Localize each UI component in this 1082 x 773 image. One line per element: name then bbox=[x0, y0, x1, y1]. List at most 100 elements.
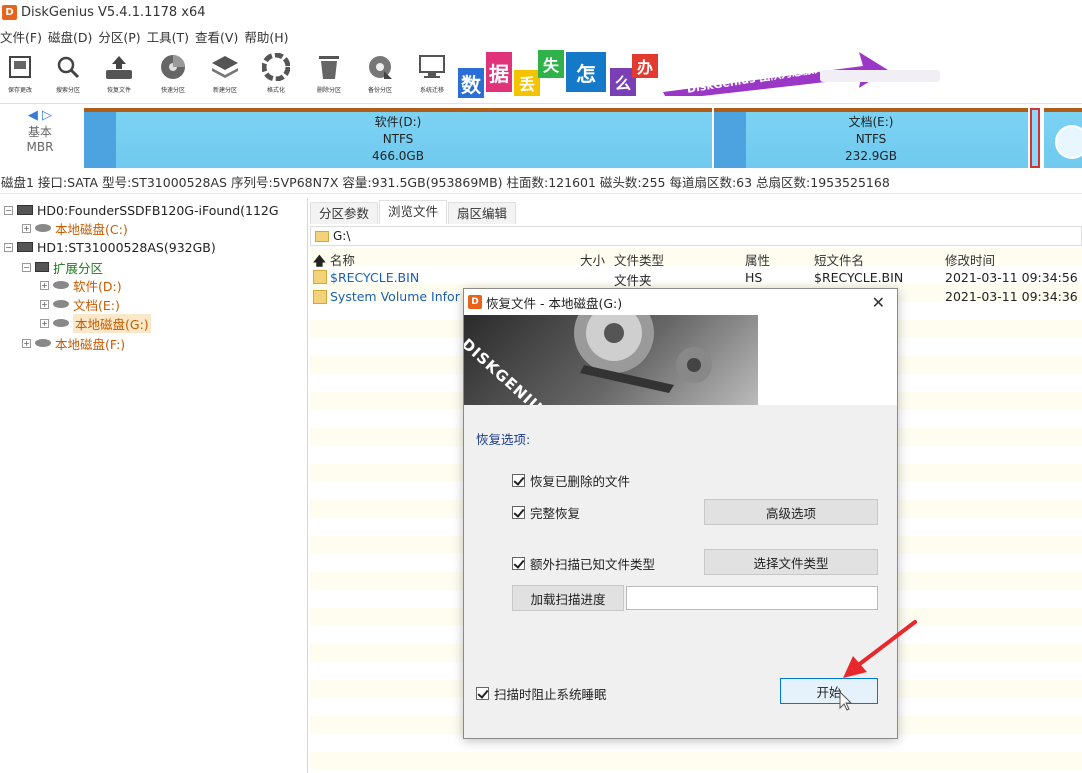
menu-view[interactable]: 查看(V) bbox=[195, 27, 238, 46]
disk-scheme: MBR bbox=[26, 140, 54, 154]
checkbox-checked-icon[interactable] bbox=[512, 506, 525, 519]
dialog-banner: DISKGENIUS bbox=[464, 315, 897, 405]
col-modified[interactable]: 修改时间 bbox=[945, 250, 995, 269]
file-type: 文件夹 bbox=[614, 273, 652, 288]
tab-browse-files[interactable]: 浏览文件 bbox=[379, 200, 448, 224]
partition-name: 文档(E:) bbox=[848, 115, 894, 129]
file-name[interactable]: $RECYCLE.BIN bbox=[330, 270, 419, 285]
tree-node-g[interactable]: + 本地磁盘(G:) bbox=[40, 313, 151, 333]
file-name[interactable]: System Volume Infor bbox=[330, 289, 460, 304]
hard-drive-image: DISKGENIUS bbox=[464, 315, 758, 405]
col-size[interactable]: 大小 bbox=[580, 250, 605, 269]
file-attr: HS bbox=[745, 270, 763, 285]
select-file-types-button[interactable]: 选择文件类型 bbox=[704, 549, 878, 575]
advanced-options-button[interactable]: 高级选项 bbox=[704, 499, 878, 525]
opt-prevent-sleep[interactable]: 扫描时阻止系统睡眠 bbox=[476, 684, 607, 703]
opt-recover-deleted[interactable]: 恢复已删除的文件 bbox=[512, 471, 630, 490]
up-arrow-icon[interactable]: 🡅 bbox=[313, 253, 326, 268]
expand-icon[interactable]: + bbox=[22, 223, 31, 233]
tree-node-hd1[interactable]: − HD1:ST31000528AS(932GB) bbox=[4, 238, 216, 256]
opt-extra-scan[interactable]: 额外扫描已知文件类型 bbox=[512, 554, 655, 573]
title-bar: D DiskGenius V5.4.1.1178 x64 bbox=[0, 0, 1082, 24]
folder-icon bbox=[313, 270, 327, 284]
folder-icon bbox=[315, 230, 329, 242]
delete-partition-button[interactable]: 删除分区 bbox=[311, 52, 347, 100]
col-attr[interactable]: 属性 bbox=[745, 250, 770, 269]
close-icon[interactable]: ✕ bbox=[872, 293, 885, 312]
expand-icon[interactable]: + bbox=[40, 280, 49, 290]
partition-fs: NTFS bbox=[855, 132, 887, 146]
disk-type: 基本 bbox=[27, 125, 52, 139]
menu-partition[interactable]: 分区(P) bbox=[98, 27, 140, 46]
tree-node-extended[interactable]: − 扩展分区 bbox=[22, 258, 103, 276]
backup-partition-button[interactable]: 备份分区 bbox=[362, 52, 398, 100]
volume-icon bbox=[53, 319, 69, 327]
current-path: G:\ bbox=[333, 229, 351, 243]
quick-partition-button[interactable]: 快速分区 bbox=[155, 52, 191, 100]
menu-file[interactable]: 文件(F) bbox=[0, 27, 42, 46]
col-type[interactable]: 文件类型 bbox=[614, 250, 664, 269]
window-title: DiskGenius V5.4.1.1178 x64 bbox=[21, 4, 206, 20]
extended-partition-icon bbox=[35, 262, 49, 272]
tree-node-e[interactable]: + 文档(E:) bbox=[40, 295, 120, 313]
checkbox-checked-icon[interactable] bbox=[512, 557, 525, 570]
delete-icon bbox=[314, 52, 344, 82]
menu-help[interactable]: 帮助(H) bbox=[244, 27, 288, 46]
disk-nav-arrows-icon[interactable]: ◀ ▷ bbox=[22, 108, 58, 123]
tab-partition-params[interactable]: 分区参数 bbox=[310, 202, 379, 224]
tree-node-hd0[interactable]: − HD0:FounderSSDFB120G-iFound(112G bbox=[4, 201, 279, 219]
path-bar[interactable]: G:\ bbox=[310, 226, 1082, 246]
recover-icon bbox=[104, 52, 134, 82]
menu-tools[interactable]: 工具(T) bbox=[147, 27, 189, 46]
banner-tile: 据 bbox=[486, 52, 512, 92]
recover-options-label: 恢复选项: bbox=[476, 432, 531, 447]
expand-icon[interactable]: + bbox=[40, 299, 49, 309]
app-logo-icon: D bbox=[2, 4, 17, 20]
banner-tile: 办 bbox=[632, 54, 658, 78]
partition-g[interactable] bbox=[1030, 108, 1040, 168]
save-changes-button[interactable]: 保存更改 bbox=[2, 52, 38, 100]
collapse-icon[interactable]: − bbox=[4, 205, 13, 215]
banner-tile: 丢 bbox=[514, 70, 540, 96]
tree-node-f[interactable]: + 本地磁盘(F:) bbox=[22, 334, 125, 352]
search-partition-button[interactable]: 搜索分区 bbox=[50, 52, 86, 100]
checkbox-checked-icon[interactable] bbox=[476, 687, 489, 700]
col-short-name[interactable]: 短文件名 bbox=[814, 250, 864, 269]
dialog-title-bar[interactable]: D 恢复文件 - 本地磁盘(G:) ✕ bbox=[464, 289, 897, 315]
format-icon bbox=[261, 52, 291, 82]
toolbar: 保存更改 搜索分区 恢复文件 快速分区 新建分区 格式化 删除分区 备份分区 系… bbox=[0, 46, 1082, 104]
save-icon bbox=[5, 52, 35, 82]
collapse-icon[interactable]: − bbox=[22, 262, 31, 272]
opt-full-recovery[interactable]: 完整恢复 bbox=[512, 503, 580, 522]
partition-f[interactable] bbox=[1044, 108, 1082, 168]
volume-icon bbox=[53, 281, 69, 289]
disk-nav: ◀ ▷ 基本 MBR bbox=[22, 108, 58, 168]
collapse-icon[interactable]: − bbox=[4, 242, 13, 252]
new-partition-button[interactable]: 新建分区 bbox=[207, 52, 243, 100]
blurred-area bbox=[820, 70, 940, 82]
menu-disk[interactable]: 磁盘(D) bbox=[48, 27, 92, 46]
tree-node-c[interactable]: + 本地磁盘(C:) bbox=[22, 219, 128, 237]
checkbox-checked-icon[interactable] bbox=[512, 474, 525, 487]
scan-progress-path-input[interactable] bbox=[626, 586, 878, 610]
system-migrate-button[interactable]: 系统迁移 bbox=[414, 52, 450, 100]
banner-tile: 数 bbox=[458, 68, 484, 98]
format-button[interactable]: 格式化 bbox=[258, 52, 294, 100]
partition-e[interactable]: 文档(E:) NTFS 232.9GB bbox=[714, 108, 1028, 168]
tab-sector-edit[interactable]: 扇区编辑 bbox=[448, 202, 517, 224]
load-scan-progress-button[interactable]: 加载扫描进度 bbox=[512, 585, 624, 611]
expand-icon[interactable]: + bbox=[22, 338, 31, 348]
partition-d[interactable]: 软件(D:) NTFS 466.0GB bbox=[84, 108, 712, 168]
quick-partition-icon bbox=[158, 52, 188, 82]
banner-tile: 怎 bbox=[566, 52, 606, 92]
recover-files-button[interactable]: 恢复文件 bbox=[101, 52, 137, 100]
migrate-icon bbox=[417, 52, 447, 82]
folder-icon bbox=[313, 290, 327, 304]
recover-files-dialog: D 恢复文件 - 本地磁盘(G:) ✕ DISKGENIUS 恢复选项: 恢复已… bbox=[463, 288, 898, 739]
tree-node-d[interactable]: + 软件(D:) bbox=[40, 276, 122, 294]
partition-name: 软件(D:) bbox=[374, 115, 422, 129]
file-short-name: $RECYCLE.BIN bbox=[814, 270, 904, 285]
disk-map: ◀ ▷ 基本 MBR 软件(D:) NTFS 466.0GB 文档(E:) NT… bbox=[0, 104, 1082, 172]
volume-icon bbox=[35, 339, 51, 347]
expand-icon[interactable]: + bbox=[40, 318, 49, 328]
